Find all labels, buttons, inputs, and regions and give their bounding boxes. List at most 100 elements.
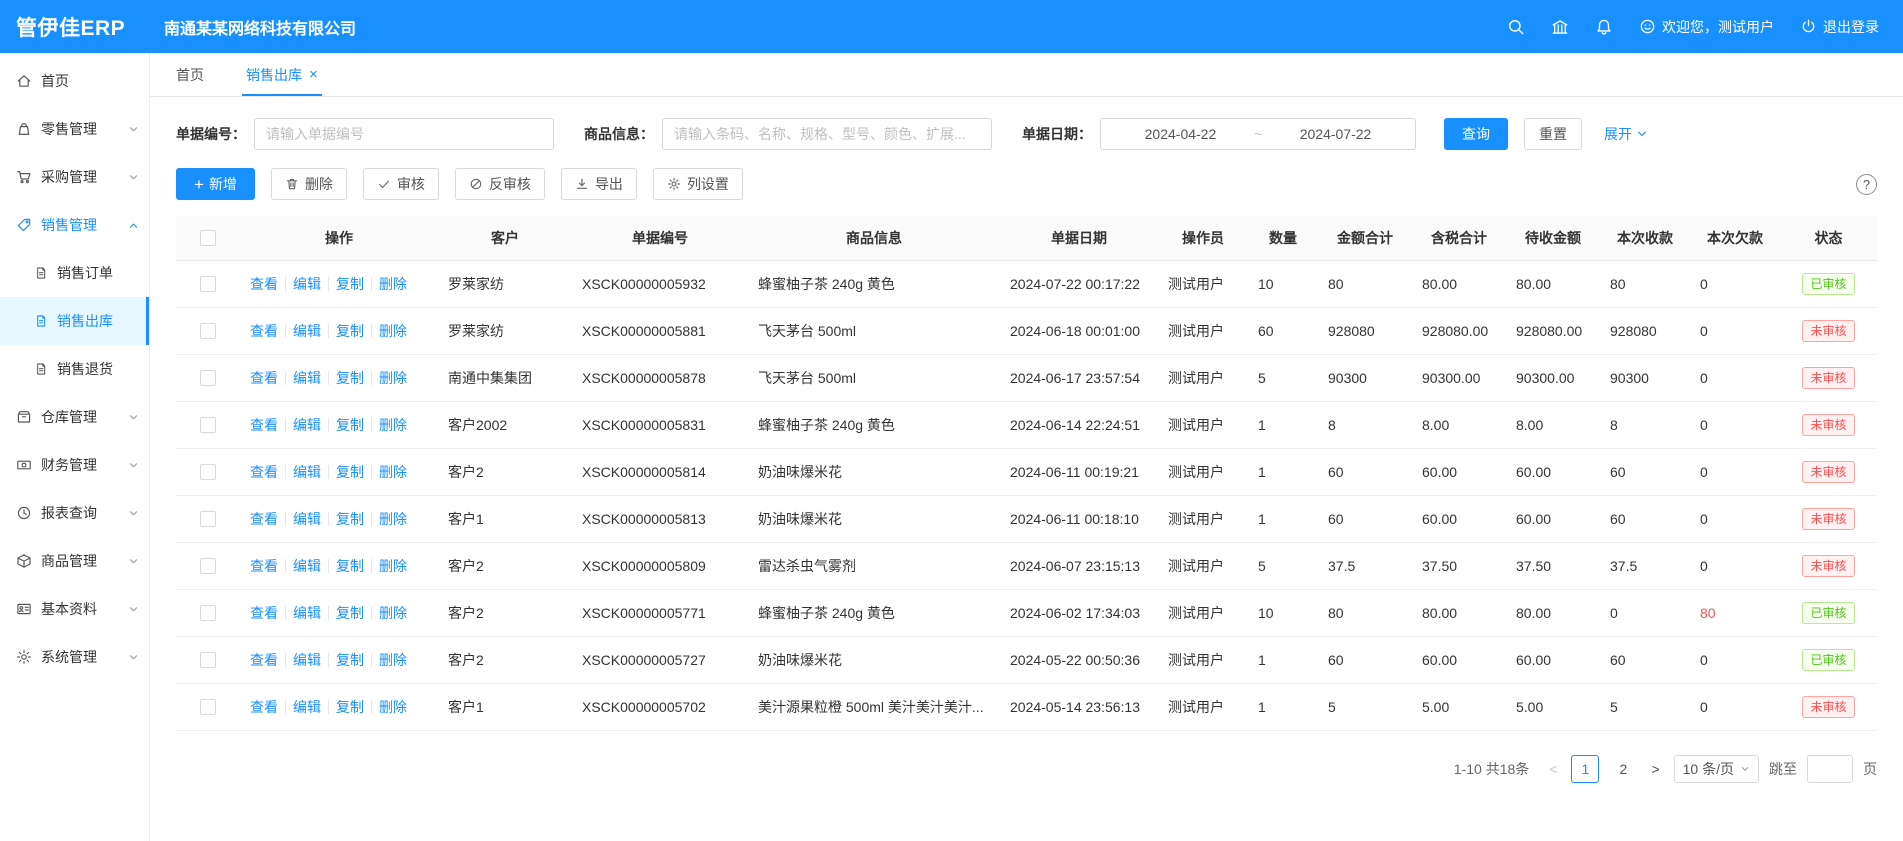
date-start-value[interactable]: 2024-04-22: [1111, 126, 1250, 142]
row-checkbox[interactable]: [200, 605, 216, 621]
row-checkbox[interactable]: [200, 558, 216, 574]
sidebar-item-system[interactable]: 系统管理: [0, 633, 149, 681]
sidebar-item-sales-return[interactable]: 销售退货: [0, 345, 149, 393]
help-icon[interactable]: ?: [1856, 174, 1877, 195]
edit-link[interactable]: 编辑: [293, 697, 321, 717]
view-link[interactable]: 查看: [250, 650, 278, 670]
edit-link[interactable]: 编辑: [293, 509, 321, 529]
add-button[interactable]: + 新增: [176, 168, 255, 200]
user-menu[interactable]: 欢迎您，测试用户: [1639, 17, 1774, 37]
row-checkbox[interactable]: [200, 699, 216, 715]
search-icon[interactable]: [1507, 18, 1525, 36]
sidebar-item-basic-data[interactable]: 基本资料: [0, 585, 149, 633]
delete-link[interactable]: 删除: [379, 415, 407, 435]
jump-page-input[interactable]: [1807, 755, 1853, 783]
view-link[interactable]: 查看: [250, 462, 278, 482]
delete-link[interactable]: 删除: [379, 603, 407, 623]
view-link[interactable]: 查看: [250, 415, 278, 435]
edit-link[interactable]: 编辑: [293, 603, 321, 623]
copy-link[interactable]: 复制: [336, 603, 364, 623]
copy-link[interactable]: 复制: [336, 556, 364, 576]
row-checkbox[interactable]: [200, 370, 216, 386]
copy-link[interactable]: 复制: [336, 415, 364, 435]
sidebar-item-finance[interactable]: 财务管理: [0, 441, 149, 489]
row-checkbox[interactable]: [200, 417, 216, 433]
copy-link[interactable]: 复制: [336, 650, 364, 670]
delete-link[interactable]: 删除: [379, 697, 407, 717]
reset-button[interactable]: 重置: [1524, 118, 1582, 150]
date-range-picker[interactable]: 2024-04-22 ~ 2024-07-22: [1100, 118, 1416, 150]
view-link[interactable]: 查看: [250, 697, 278, 717]
sidebar-item-warehouse[interactable]: 仓库管理: [0, 393, 149, 441]
product-info-input[interactable]: [662, 118, 992, 150]
view-link[interactable]: 查看: [250, 556, 278, 576]
cell-operator: 测试用户: [1158, 401, 1248, 448]
view-link[interactable]: 查看: [250, 274, 278, 294]
row-checkbox[interactable]: [200, 652, 216, 668]
sidebar-item-sales[interactable]: 销售管理: [0, 201, 149, 249]
row-checkbox[interactable]: [200, 464, 216, 480]
edit-link[interactable]: 编辑: [293, 274, 321, 294]
cell-product-info: 蜂蜜柚子茶 240g 黄色: [748, 260, 1000, 307]
delete-link[interactable]: 删除: [379, 274, 407, 294]
view-link[interactable]: 查看: [250, 321, 278, 341]
col-debt: 本次欠款: [1690, 216, 1780, 260]
delete-link[interactable]: 删除: [379, 368, 407, 388]
view-link[interactable]: 查看: [250, 368, 278, 388]
edit-link[interactable]: 编辑: [293, 462, 321, 482]
row-checkbox[interactable]: [200, 323, 216, 339]
copy-link[interactable]: 复制: [336, 462, 364, 482]
copy-link[interactable]: 复制: [336, 368, 364, 388]
search-button[interactable]: 查询: [1444, 118, 1508, 150]
doc-no-input[interactable]: [254, 118, 554, 150]
logout-button[interactable]: 退出登录: [1800, 17, 1879, 37]
sidebar-item-sales-order[interactable]: 销售订单: [0, 249, 149, 297]
select-all-checkbox[interactable]: [200, 230, 216, 246]
delete-link[interactable]: 删除: [379, 509, 407, 529]
building-icon[interactable]: [1551, 18, 1569, 36]
page-1-button[interactable]: 1: [1571, 755, 1599, 783]
bell-icon[interactable]: [1595, 18, 1613, 36]
col-amount-total: 金额合计: [1318, 216, 1412, 260]
copy-link[interactable]: 复制: [336, 509, 364, 529]
export-button[interactable]: 导出: [561, 168, 637, 200]
column-settings-button[interactable]: 列设置: [653, 168, 743, 200]
row-checkbox[interactable]: [200, 276, 216, 292]
delete-link[interactable]: 删除: [379, 556, 407, 576]
sidebar-item-report[interactable]: 报表查询: [0, 489, 149, 537]
cell-customer: 罗莱家纺: [438, 260, 572, 307]
sidebar-item-sales-outbound[interactable]: 销售出库: [0, 297, 149, 345]
sidebar-item-purchase[interactable]: 采购管理: [0, 153, 149, 201]
row-checkbox[interactable]: [200, 511, 216, 527]
delete-link[interactable]: 删除: [379, 462, 407, 482]
sidebar-item-home[interactable]: 首页: [0, 57, 149, 105]
copy-link[interactable]: 复制: [336, 697, 364, 717]
page-size-select[interactable]: 10 条/页: [1674, 755, 1759, 783]
delete-link[interactable]: 删除: [379, 321, 407, 341]
view-link[interactable]: 查看: [250, 509, 278, 529]
tab-sales-outbound[interactable]: 销售出库 ×: [246, 53, 318, 96]
edit-link[interactable]: 编辑: [293, 556, 321, 576]
prev-page-button[interactable]: <: [1545, 761, 1561, 777]
view-link[interactable]: 查看: [250, 603, 278, 623]
edit-link[interactable]: 编辑: [293, 415, 321, 435]
sidebar-item-retail[interactable]: 零售管理: [0, 105, 149, 153]
delete-button[interactable]: 删除: [271, 168, 347, 200]
edit-link[interactable]: 编辑: [293, 321, 321, 341]
copy-link[interactable]: 复制: [336, 274, 364, 294]
edit-link[interactable]: 编辑: [293, 650, 321, 670]
edit-link[interactable]: 编辑: [293, 368, 321, 388]
date-end-value[interactable]: 2024-07-22: [1266, 126, 1405, 142]
cell-actions: 查看 编辑 复制 删除: [240, 260, 438, 307]
copy-link[interactable]: 复制: [336, 321, 364, 341]
expand-link[interactable]: 展开: [1604, 124, 1648, 144]
cell-quantity: 1: [1248, 448, 1318, 495]
close-icon[interactable]: ×: [309, 67, 318, 82]
next-page-button[interactable]: >: [1647, 761, 1663, 777]
sidebar-item-product[interactable]: 商品管理: [0, 537, 149, 585]
page-2-button[interactable]: 2: [1609, 755, 1637, 783]
tab-home[interactable]: 首页: [176, 53, 204, 96]
audit-button[interactable]: 审核: [363, 168, 439, 200]
unaudit-button[interactable]: 反审核: [455, 168, 545, 200]
delete-link[interactable]: 删除: [379, 650, 407, 670]
